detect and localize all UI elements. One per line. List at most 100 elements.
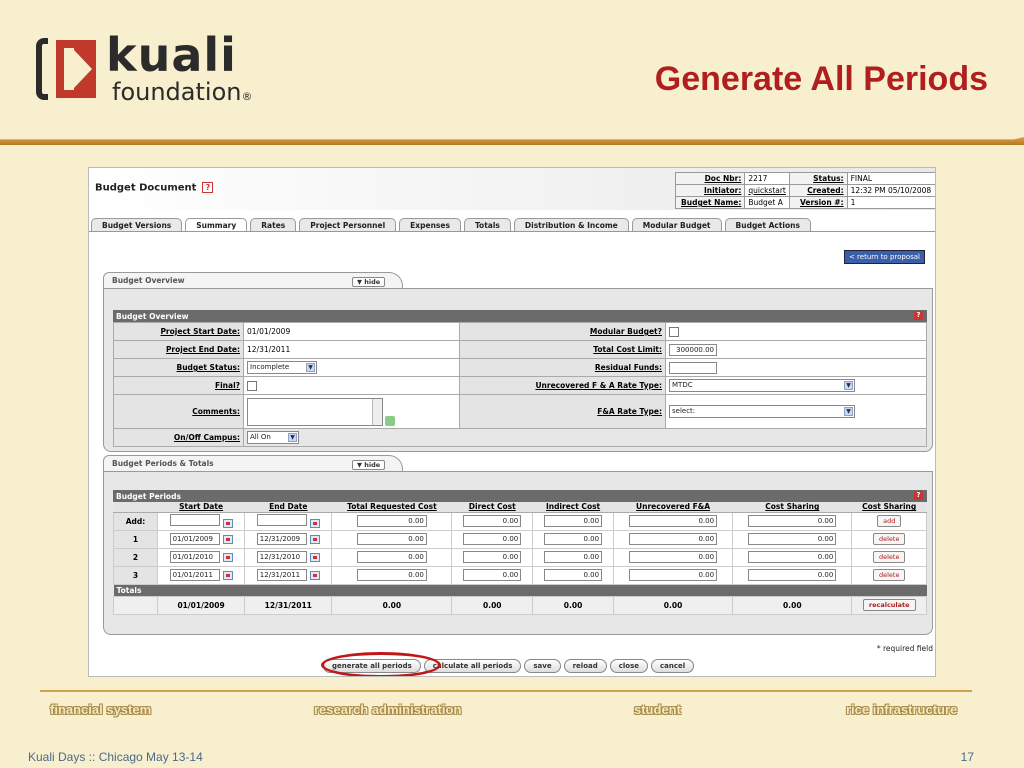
budget-periods-panel-tab: Budget Periods & Totals ▼ hide — [103, 455, 403, 471]
period-row: 3 01/01/2011 12/31/2011 0.00 0.00 0.00 0… — [113, 565, 927, 585]
end-date-input[interactable]: 12/31/2009 — [256, 533, 307, 545]
tab-budget-versions[interactable]: Budget Versions — [91, 218, 183, 232]
column-header-direct-cost: Direct Cost — [451, 502, 533, 513]
recalculate-button[interactable]: recalculate — [862, 599, 916, 611]
unrecovered-fa-rate-select[interactable]: MTDC ▼ — [669, 379, 855, 392]
fa-rate-type-label: F&A Rate Type: — [459, 394, 666, 429]
delete-period-button[interactable]: delete — [872, 533, 906, 545]
cost-sharing-input[interactable]: 0.00 — [748, 569, 837, 581]
calendar-icon[interactable] — [222, 570, 233, 580]
comments-cell — [243, 394, 460, 429]
tab-totals[interactable]: Totals — [463, 218, 511, 232]
modular-budget-checkbox[interactable] — [669, 326, 679, 337]
reload-button[interactable]: reload — [563, 659, 607, 673]
cost-sharing-cell: 0.00 — [732, 511, 853, 531]
delete-period-button[interactable]: delete — [872, 551, 906, 563]
direct-cost-input[interactable]: 0.00 — [463, 551, 522, 563]
slide-title: Generate All Periods — [654, 60, 988, 98]
campus-select[interactable]: All On ▼ — [247, 431, 299, 444]
end-date-input[interactable]: 12/31/2010 — [256, 551, 307, 563]
calendar-icon[interactable] — [222, 519, 233, 529]
direct-cost-input[interactable]: 0.00 — [463, 533, 522, 545]
tab-distribution-income[interactable]: Distribution & Income — [513, 218, 629, 232]
tab-modular-budget[interactable]: Modular Budget — [631, 218, 722, 232]
totals-cost-sharing: 0.00 — [732, 595, 853, 615]
indirect-cost-input[interactable]: 0.00 — [544, 551, 603, 563]
help-icon[interactable]: ? — [914, 311, 923, 320]
total-cost-limit-input[interactable]: 300000.00 — [669, 343, 717, 356]
tab-budget-actions[interactable]: Budget Actions — [724, 218, 811, 232]
end-date-input[interactable] — [256, 513, 307, 526]
calendar-icon[interactable] — [222, 534, 233, 544]
help-icon[interactable]: ? — [914, 491, 923, 500]
total-cost-cell: 0.00 — [331, 547, 453, 567]
tab-summary[interactable]: Summary — [185, 218, 248, 232]
residual-funds-input[interactable] — [669, 361, 717, 374]
budget-status-select[interactable]: Incomplete ▼ — [247, 361, 317, 374]
indirect-cost-cell: 0.00 — [532, 529, 614, 549]
tab-expenses[interactable]: Expenses — [399, 218, 461, 232]
direct-cost-input[interactable]: 0.00 — [463, 515, 522, 527]
totals-total-cost: 0.00 — [331, 595, 453, 615]
close-button[interactable]: close — [609, 659, 649, 673]
delete-period-button[interactable]: delete — [872, 569, 906, 581]
save-button[interactable]: save — [524, 659, 561, 673]
cost-sharing-cell: 0.00 — [732, 529, 853, 549]
total-cost-input[interactable]: 0.00 — [356, 551, 427, 563]
start-date-input[interactable]: 01/01/2010 — [169, 551, 220, 563]
cost-sharing-input[interactable]: 0.00 — [748, 515, 837, 527]
calendar-icon[interactable] — [309, 570, 320, 580]
hide-overview-button[interactable]: ▼ hide — [352, 277, 386, 287]
calendar-icon[interactable] — [222, 552, 233, 562]
tab-rates[interactable]: Rates — [250, 218, 297, 232]
start-date-input[interactable]: 01/01/2009 — [169, 533, 220, 545]
fa-rate-type-select[interactable]: select: ▼ — [669, 405, 855, 418]
start-date-cell: 01/01/2011 — [156, 565, 246, 585]
unrecovered-fa-input[interactable]: 0.00 — [629, 533, 718, 545]
period-number: 3 — [113, 565, 158, 585]
total-cost-cell: 0.00 — [331, 511, 453, 531]
total-cost-cell: 0.00 — [331, 529, 453, 549]
final-checkbox[interactable] — [247, 380, 257, 391]
unrecovered-fa-input[interactable]: 0.00 — [629, 551, 718, 563]
column-header-cost-sharing-action: Cost Sharing — [851, 502, 927, 513]
footer-item-rice-infrastructure: rice infrastructure — [846, 702, 958, 717]
start-date-cell — [156, 511, 246, 531]
indirect-cost-input[interactable]: 0.00 — [544, 569, 603, 581]
unrecovered-fa-rate-label: Unrecovered F & A Rate Type: — [459, 376, 666, 395]
cost-sharing-cell: 0.00 — [732, 547, 853, 567]
expand-text-icon[interactable] — [385, 415, 395, 426]
calendar-icon[interactable] — [309, 534, 320, 544]
action-cell: add — [851, 511, 927, 531]
cost-sharing-input[interactable]: 0.00 — [748, 551, 837, 563]
unrecovered-fa-input[interactable]: 0.00 — [629, 515, 718, 527]
total-cost-input[interactable]: 0.00 — [356, 569, 427, 581]
return-to-proposal-button[interactable]: < return to proposal — [843, 250, 925, 264]
direct-cost-cell: 0.00 — [451, 547, 534, 567]
add-period-button[interactable]: add — [877, 515, 902, 527]
tab-project-personnel[interactable]: Project Personnel — [299, 218, 397, 232]
calendar-icon[interactable] — [309, 519, 320, 529]
help-icon[interactable]: ? — [202, 182, 214, 193]
calendar-icon[interactable] — [309, 552, 320, 562]
direct-cost-cell: 0.00 — [451, 511, 534, 531]
residual-funds-cell — [665, 358, 927, 377]
total-cost-input[interactable]: 0.00 — [356, 515, 427, 527]
cancel-button[interactable]: cancel — [651, 659, 695, 673]
end-date-input[interactable]: 12/31/2011 — [256, 569, 307, 581]
comments-textarea[interactable] — [247, 397, 383, 426]
totals-start-date: 01/01/2009 — [156, 595, 246, 615]
scrollbar[interactable] — [372, 398, 382, 425]
direct-cost-input[interactable]: 0.00 — [463, 569, 522, 581]
initiator-link[interactable]: quickstart — [744, 184, 790, 197]
period-row: 1 01/01/2009 12/31/2009 0.00 0.00 0.00 0… — [113, 529, 927, 549]
unrecovered-fa-input[interactable]: 0.00 — [629, 569, 718, 581]
budget-name-value: Budget A — [744, 196, 790, 209]
start-date-input[interactable]: 01/01/2011 — [169, 569, 220, 581]
total-cost-input[interactable]: 0.00 — [356, 533, 427, 545]
indirect-cost-input[interactable]: 0.00 — [544, 515, 603, 527]
hide-periods-button[interactable]: ▼ hide — [352, 460, 386, 470]
start-date-input[interactable] — [169, 513, 220, 526]
indirect-cost-input[interactable]: 0.00 — [544, 533, 603, 545]
cost-sharing-input[interactable]: 0.00 — [748, 533, 837, 545]
